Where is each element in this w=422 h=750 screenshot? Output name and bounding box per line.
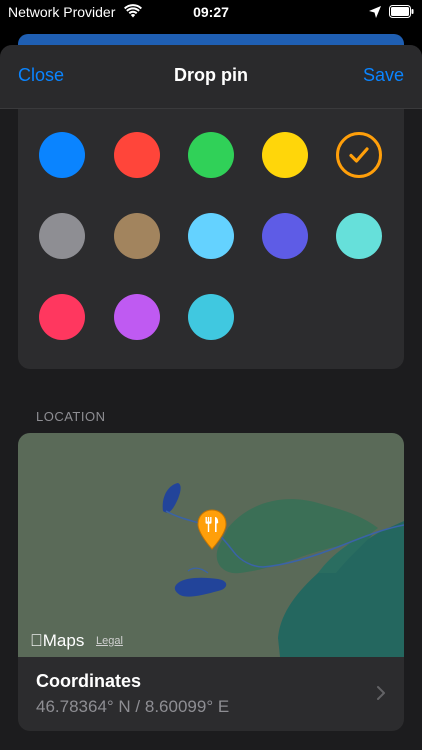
chevron-right-icon [377, 686, 385, 700]
color-swatch-brown[interactable] [114, 213, 160, 259]
location-card: Maps Legal Coordinates 46.78364° N / 8.… [18, 433, 404, 731]
color-swatch-yellow[interactable] [262, 132, 308, 178]
color-swatch-light-blue[interactable] [188, 213, 234, 259]
color-swatch-orange[interactable] [336, 132, 382, 178]
color-swatch-indigo[interactable] [262, 213, 308, 259]
color-swatch-purple[interactable] [114, 294, 160, 340]
coordinates-title: Coordinates [36, 671, 142, 691]
location-section-label: LOCATION [36, 409, 106, 424]
coordinates-value: 46.78364° N / 8.60099° E [36, 697, 230, 716]
color-swatch-mint[interactable] [336, 213, 382, 259]
map-view[interactable]: Maps Legal [18, 433, 404, 657]
color-swatch-cyan[interactable] [188, 294, 234, 340]
color-swatch-gray[interactable] [39, 213, 85, 259]
battery-icon [389, 5, 414, 18]
color-swatch-green[interactable] [188, 132, 234, 178]
location-arrow-icon [369, 6, 381, 18]
page-title: Drop pin [174, 65, 248, 85]
maps-logo: Maps [30, 631, 84, 650]
coordinates-row[interactable]: Coordinates 46.78364° N / 8.60099° E [18, 657, 404, 731]
color-picker [18, 109, 404, 369]
color-swatch-pink[interactable] [39, 294, 85, 340]
color-swatch-red[interactable] [114, 132, 160, 178]
map-pin[interactable] [195, 508, 229, 550]
clock: 09:27 [193, 4, 229, 20]
status-bar: Network Provider 09:27 [0, 0, 422, 26]
legal-link[interactable]: Legal [96, 635, 123, 647]
checkmark-icon [349, 147, 369, 163]
color-swatch-blue[interactable] [39, 132, 85, 178]
drop-pin-sheet: Close Drop pin Save LOCATION Maps Legal … [0, 45, 422, 750]
navigation-bar: Close Drop pin Save [0, 45, 422, 109]
save-button[interactable]: Save [363, 65, 404, 86]
